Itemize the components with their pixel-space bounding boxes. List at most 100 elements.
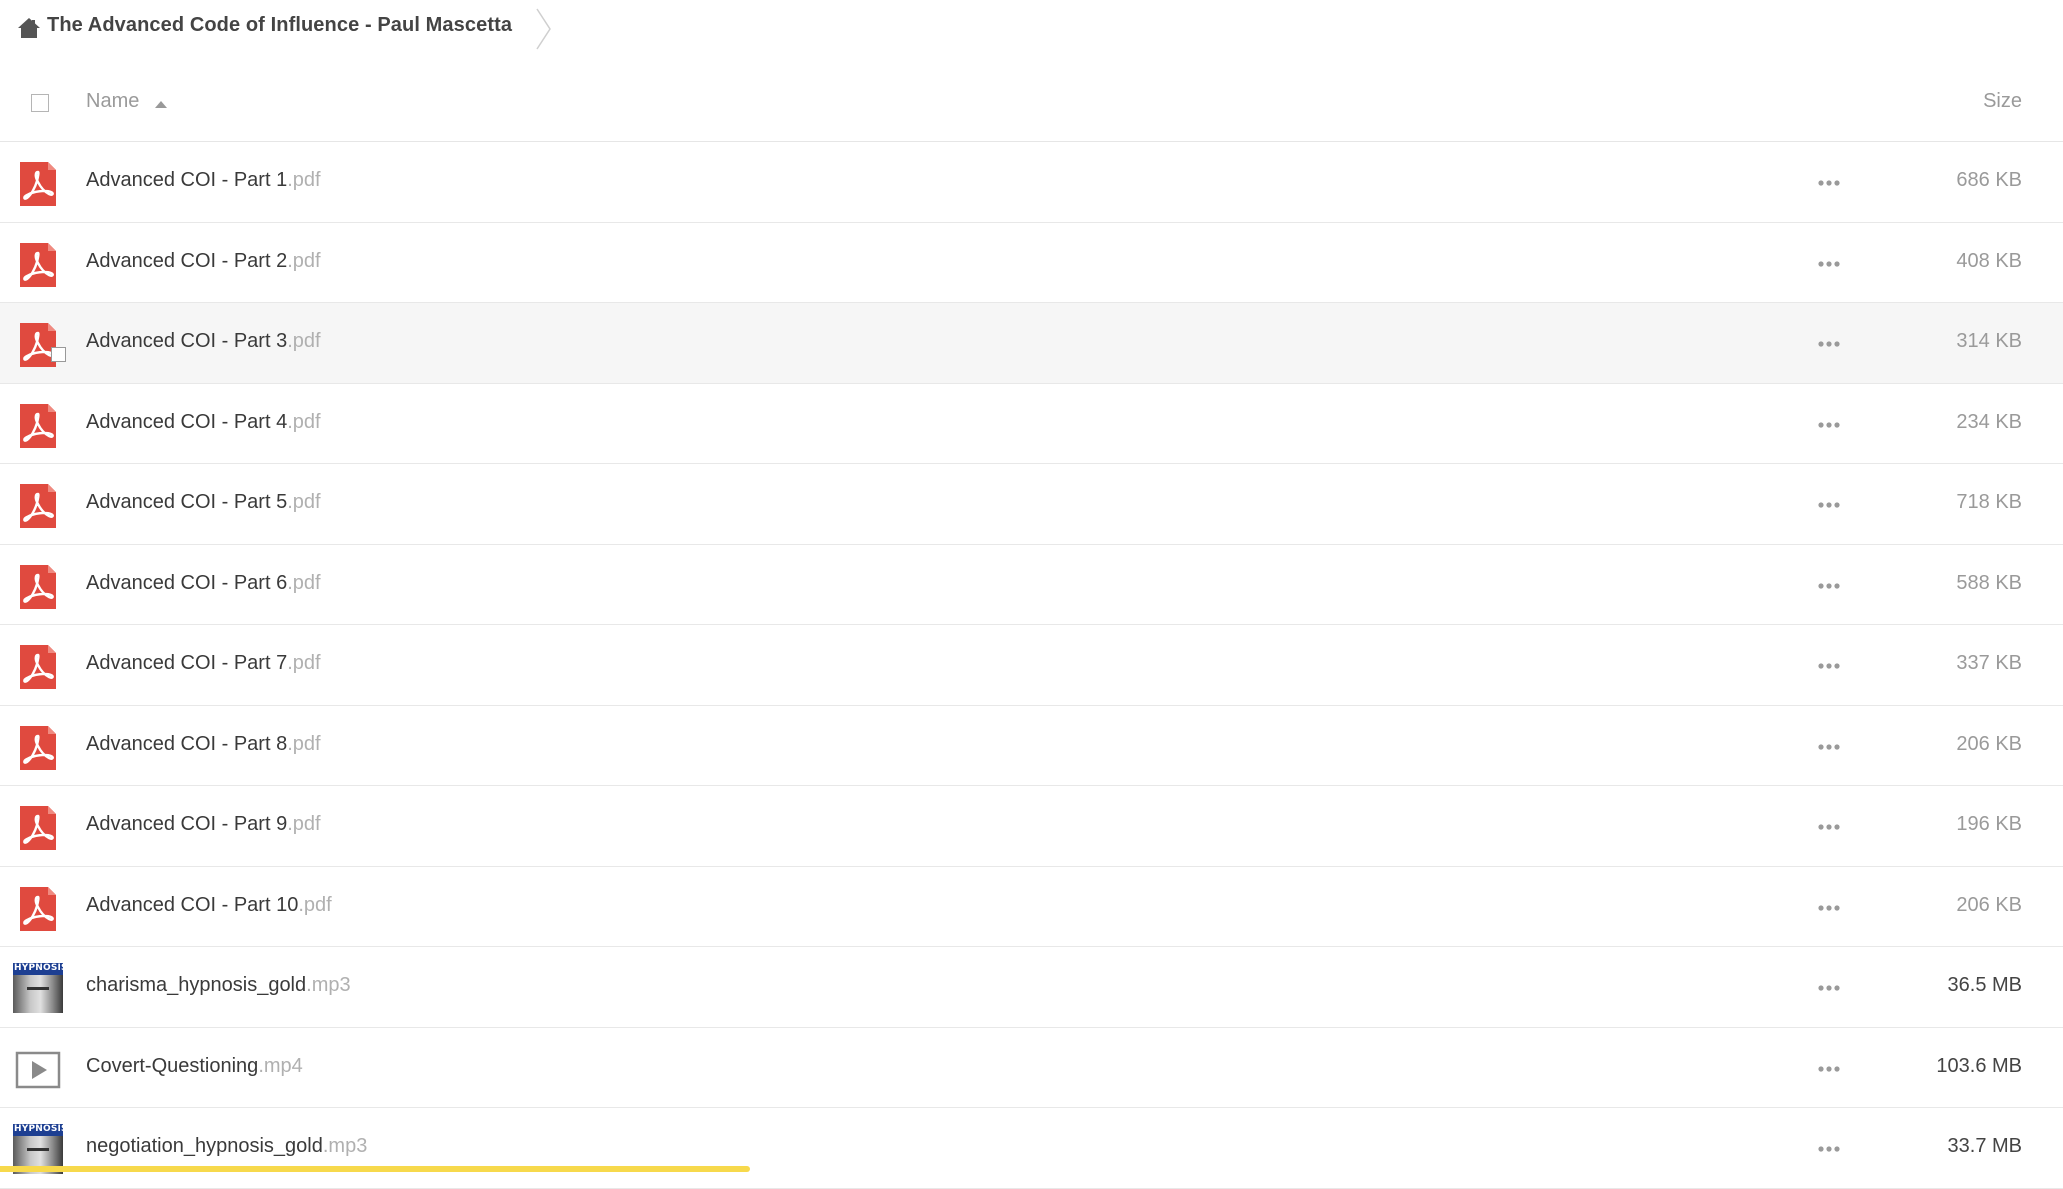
- file-base-name: charisma_hypnosis_gold: [86, 974, 307, 996]
- breadcrumb-chevron-icon: [536, 8, 551, 50]
- pdf-icon: [20, 162, 56, 206]
- file-size: 206 KB: [1956, 732, 2022, 755]
- sort-ascending-icon[interactable]: [154, 99, 168, 109]
- file-base-name: Advanced COI - Part 8: [86, 732, 288, 755]
- file-size: 36.5 MB: [1947, 974, 2022, 996]
- more-options-icon[interactable]: [1816, 1058, 1842, 1080]
- file-name[interactable]: Covert-Questioning.mp4: [86, 1055, 303, 1078]
- file-list-header: Name Size: [0, 72, 2063, 142]
- file-size: 718 KB: [1956, 491, 2022, 513]
- file-list: Advanced COI - Part 1.pdf 686 KB Advance…: [0, 142, 2063, 1189]
- file-row[interactable]: Advanced COI - Part 3.pdf 314 KB: [0, 303, 2063, 384]
- breadcrumb-folder-title[interactable]: The Advanced Code of Influence - Paul Ma…: [47, 14, 512, 37]
- file-name[interactable]: Advanced COI - Part 2.pdf: [86, 250, 321, 273]
- file-name[interactable]: negotiation_hypnosis_gold.mp3: [86, 1135, 367, 1158]
- file-row[interactable]: Advanced COI - Part 8.pdf 206 KB: [0, 706, 2063, 786]
- file-name[interactable]: Advanced COI - Part 8.pdf: [86, 733, 321, 756]
- more-options-icon[interactable]: [1816, 414, 1842, 436]
- file-row[interactable]: Advanced COI - Part 6.pdf 588 KB: [0, 545, 2063, 625]
- pdf-icon: [20, 725, 56, 770]
- file-base-name: Advanced COI - Part 6: [86, 571, 288, 594]
- file-name[interactable]: Advanced COI - Part 1.pdf: [86, 169, 321, 192]
- file-base-name: Advanced COI - Part 3: [86, 330, 288, 352]
- file-size: 337 KB: [1956, 652, 2022, 674]
- pdf-icon: [20, 645, 56, 689]
- file-size: 588 KB: [1956, 571, 2022, 594]
- file-name[interactable]: Advanced COI - Part 10.pdf: [86, 894, 332, 917]
- file-size: 234 KB: [1956, 410, 2022, 433]
- file-extension: .mp4: [258, 1054, 303, 1077]
- video-icon: [15, 1051, 61, 1088]
- more-options-icon[interactable]: [1816, 253, 1842, 275]
- file-size: 686 KB: [1956, 169, 2022, 191]
- file-size: 103.6 MB: [1936, 1054, 2022, 1077]
- home-icon[interactable]: [17, 17, 41, 39]
- more-options-icon[interactable]: [1816, 816, 1842, 838]
- pdf-icon: [20, 806, 56, 850]
- more-options-icon[interactable]: [1816, 897, 1842, 919]
- file-extension: .pdf: [287, 410, 321, 433]
- file-extension: .mp3: [306, 974, 351, 996]
- file-row[interactable]: Advanced COI - Part 9.pdf 196 KB: [0, 786, 2063, 867]
- pdf-icon: [20, 403, 56, 448]
- more-options-icon[interactable]: [1816, 575, 1842, 597]
- size-column-header[interactable]: Size: [1983, 90, 2022, 113]
- file-row[interactable]: Advanced COI - Part 1.pdf 686 KB: [0, 142, 2063, 223]
- file-name[interactable]: charisma_hypnosis_gold.mp3: [86, 974, 351, 997]
- file-size: 314 KB: [1956, 330, 2022, 352]
- file-size: 33.7 MB: [1947, 1135, 2022, 1157]
- file-row[interactable]: HYPNOSIS negotiation_hypnosis_gold.mp3 3…: [0, 1108, 2063, 1189]
- file-extension: .pdf: [287, 813, 321, 835]
- file-base-name: Advanced COI - Part 4: [86, 410, 288, 433]
- more-options-icon[interactable]: [1816, 736, 1842, 758]
- pdf-icon: [20, 484, 56, 528]
- file-base-name: Covert-Questioning: [86, 1054, 259, 1077]
- file-extension: .pdf: [287, 249, 321, 272]
- more-options-icon[interactable]: [1816, 494, 1842, 516]
- file-base-name: negotiation_hypnosis_gold: [86, 1135, 323, 1157]
- name-column-header[interactable]: Name: [86, 90, 139, 113]
- file-row[interactable]: Advanced COI - Part 4.pdf 234 KB: [0, 384, 2063, 464]
- file-name[interactable]: Advanced COI - Part 4.pdf: [86, 411, 321, 434]
- file-extension: .pdf: [287, 652, 321, 674]
- file-base-name: Advanced COI - Part 5: [86, 491, 288, 513]
- file-extension: .pdf: [287, 169, 321, 191]
- upload-progress-bar: [0, 1166, 750, 1172]
- more-options-icon[interactable]: [1816, 977, 1842, 999]
- file-base-name: Advanced COI - Part 2: [86, 249, 288, 272]
- file-row[interactable]: Advanced COI - Part 10.pdf 206 KB: [0, 867, 2063, 947]
- file-row[interactable]: Advanced COI - Part 2.pdf 408 KB: [0, 223, 2063, 303]
- file-row[interactable]: Advanced COI - Part 5.pdf 718 KB: [0, 464, 2063, 545]
- file-base-name: Advanced COI - Part 1: [86, 169, 288, 191]
- file-name[interactable]: Advanced COI - Part 7.pdf: [86, 652, 321, 675]
- file-extension: .pdf: [287, 330, 321, 352]
- file-base-name: Advanced COI - Part 10: [86, 893, 299, 916]
- file-extension: .pdf: [298, 893, 332, 916]
- file-extension: .mp3: [322, 1135, 368, 1157]
- file-size: 196 KB: [1956, 813, 2022, 835]
- pdf-icon: [20, 886, 56, 931]
- more-options-icon[interactable]: [1816, 172, 1842, 194]
- row-select-checkbox[interactable]: [51, 347, 66, 362]
- file-name[interactable]: Advanced COI - Part 3.pdf: [86, 330, 321, 353]
- file-row[interactable]: Covert-Questioning.mp4 103.6 MB: [0, 1028, 2063, 1108]
- file-size: 408 KB: [1956, 249, 2022, 272]
- file-extension: .pdf: [287, 732, 321, 755]
- file-row[interactable]: HYPNOSIS charisma_hypnosis_gold.mp3 36.5…: [0, 947, 2063, 1028]
- file-name[interactable]: Advanced COI - Part 5.pdf: [86, 491, 321, 514]
- audio-thumbnail: HYPNOSIS: [13, 963, 63, 1013]
- file-extension: .pdf: [287, 491, 321, 513]
- select-all-checkbox[interactable]: [31, 94, 49, 112]
- more-options-icon[interactable]: [1816, 333, 1842, 355]
- pdf-icon: [20, 564, 56, 609]
- more-options-icon[interactable]: [1816, 655, 1842, 677]
- file-base-name: Advanced COI - Part 9: [86, 813, 288, 835]
- file-name[interactable]: Advanced COI - Part 9.pdf: [86, 813, 321, 836]
- pdf-icon: [20, 242, 56, 287]
- file-row[interactable]: Advanced COI - Part 7.pdf 337 KB: [0, 625, 2063, 706]
- file-size: 206 KB: [1956, 893, 2022, 916]
- file-extension: .pdf: [287, 571, 321, 594]
- file-name[interactable]: Advanced COI - Part 6.pdf: [86, 572, 321, 595]
- file-base-name: Advanced COI - Part 7: [86, 652, 288, 674]
- more-options-icon[interactable]: [1816, 1138, 1842, 1160]
